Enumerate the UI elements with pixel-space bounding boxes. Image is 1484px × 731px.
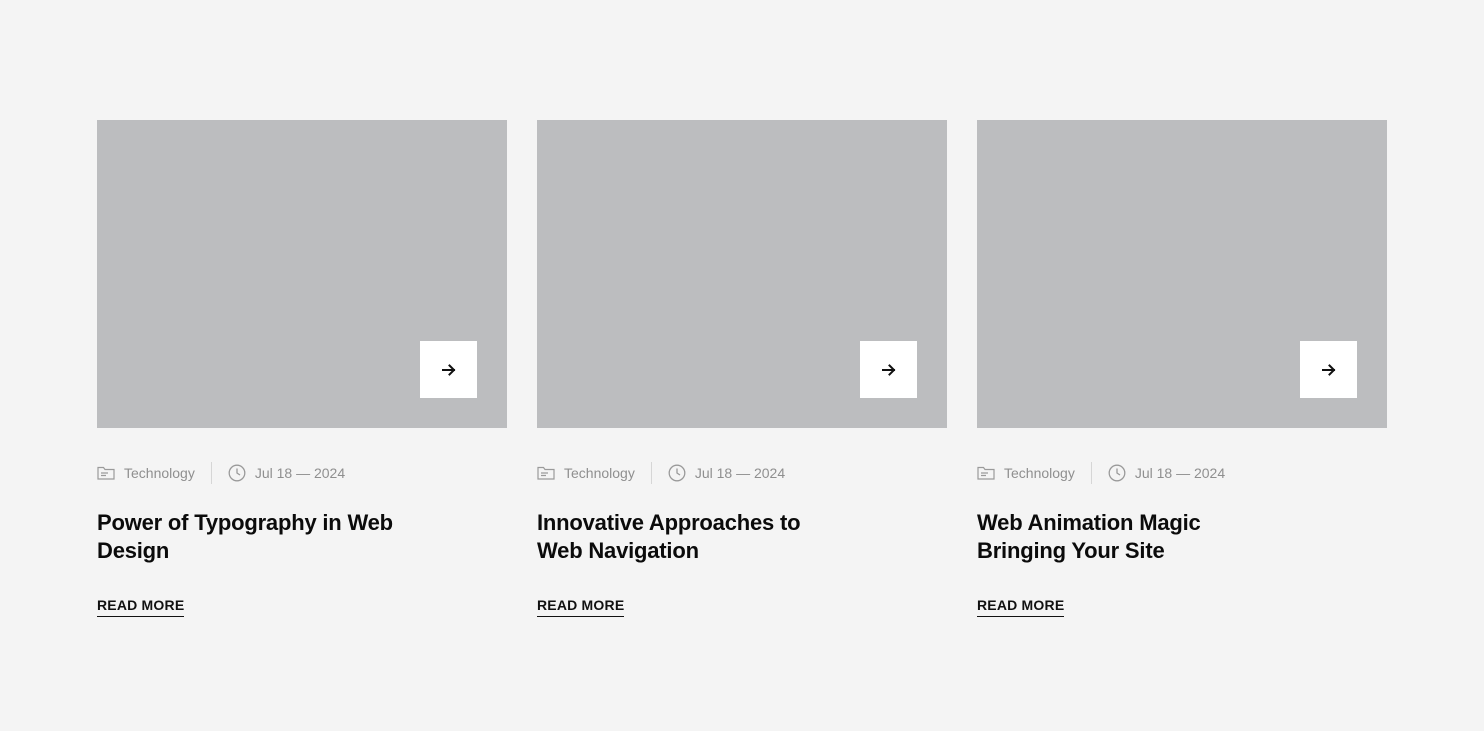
post-card: Technology Jul 18 — 2024 Power of Typogr… bbox=[97, 120, 507, 617]
clock-icon bbox=[668, 464, 686, 482]
post-meta: Technology Jul 18 — 2024 bbox=[537, 462, 947, 484]
post-card: Technology Jul 18 — 2024 Innovative Appr… bbox=[537, 120, 947, 617]
post-card: Technology Jul 18 — 2024 Web Animation M… bbox=[977, 120, 1387, 617]
post-meta: Technology Jul 18 — 2024 bbox=[97, 462, 507, 484]
arrow-right-icon bbox=[1321, 363, 1335, 376]
open-post-button[interactable] bbox=[860, 341, 917, 398]
arrow-right-icon bbox=[881, 363, 895, 376]
arrow-right-icon bbox=[441, 363, 455, 376]
category-label: Technology bbox=[564, 465, 635, 481]
post-title[interactable]: Power of Typography in Web Design bbox=[97, 509, 397, 565]
read-more-link[interactable]: READ MORE bbox=[537, 597, 625, 617]
category-label: Technology bbox=[1004, 465, 1075, 481]
post-thumbnail[interactable] bbox=[977, 120, 1387, 428]
folder-icon bbox=[977, 466, 995, 480]
post-thumbnail[interactable] bbox=[537, 120, 947, 428]
open-post-button[interactable] bbox=[420, 341, 477, 398]
post-category[interactable]: Technology bbox=[537, 465, 635, 481]
post-meta: Technology Jul 18 — 2024 bbox=[977, 462, 1387, 484]
clock-icon bbox=[1108, 464, 1126, 482]
meta-divider bbox=[210, 462, 212, 484]
folder-icon bbox=[537, 466, 555, 480]
read-more-link[interactable]: READ MORE bbox=[977, 597, 1065, 617]
post-title[interactable]: Innovative Approaches to Web Navigation bbox=[537, 509, 837, 565]
date-label: Jul 18 — 2024 bbox=[1134, 465, 1226, 481]
folder-icon bbox=[97, 466, 115, 480]
meta-divider bbox=[1090, 462, 1092, 484]
clock-icon bbox=[228, 464, 246, 482]
open-post-button[interactable] bbox=[1300, 341, 1357, 398]
post-thumbnail[interactable] bbox=[97, 120, 507, 428]
post-title[interactable]: Web Animation Magic Bringing Your Site bbox=[977, 509, 1277, 565]
post-category[interactable]: Technology bbox=[977, 465, 1075, 481]
post-category[interactable]: Technology bbox=[97, 465, 195, 481]
read-more-link[interactable]: READ MORE bbox=[97, 597, 185, 617]
category-label: Technology bbox=[124, 465, 195, 481]
meta-divider bbox=[650, 462, 652, 484]
date-label: Jul 18 — 2024 bbox=[694, 465, 786, 481]
post-date: Jul 18 — 2024 bbox=[1108, 464, 1225, 482]
post-date: Jul 18 — 2024 bbox=[228, 464, 345, 482]
date-label: Jul 18 — 2024 bbox=[254, 465, 346, 481]
post-date: Jul 18 — 2024 bbox=[668, 464, 785, 482]
blog-post-grid: Technology Jul 18 — 2024 Power of Typogr… bbox=[97, 120, 1387, 617]
